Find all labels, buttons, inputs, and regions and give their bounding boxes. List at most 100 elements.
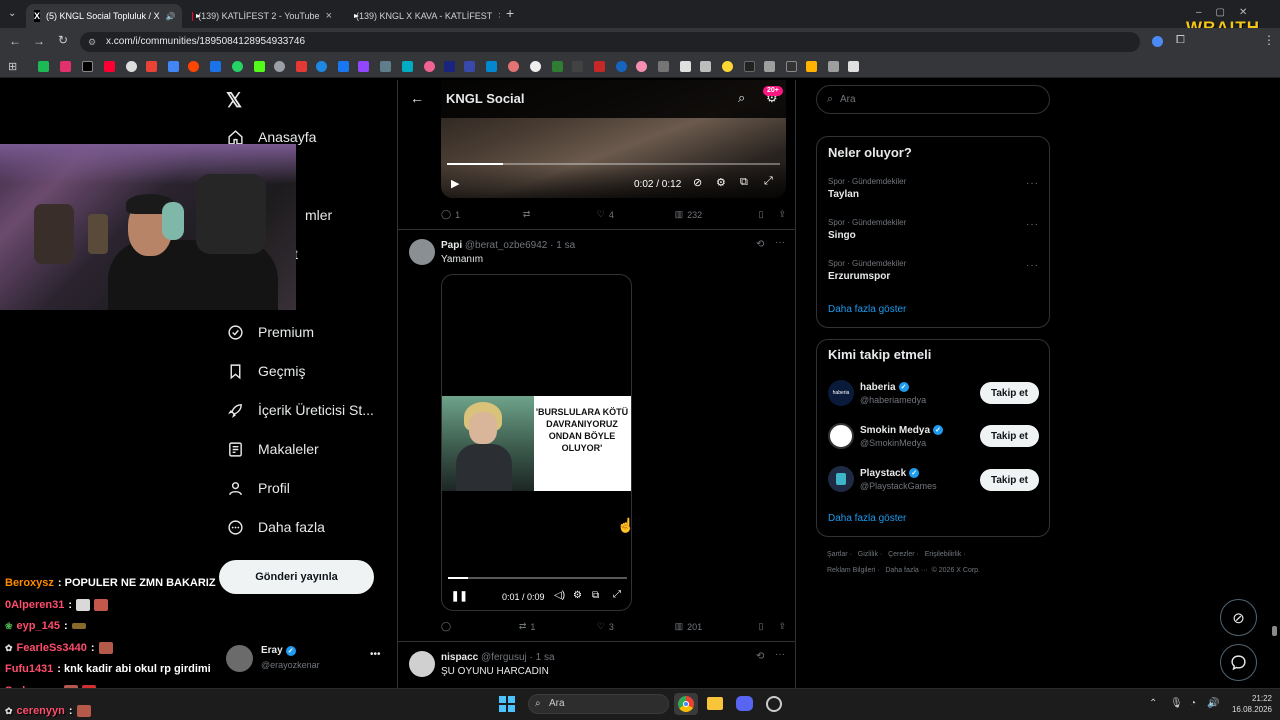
messages-button[interactable]	[1220, 644, 1257, 681]
bookmark-icon[interactable]	[188, 61, 199, 72]
bookmark-icon[interactable]	[658, 61, 669, 72]
author-handle[interactable]: @fergusuj	[481, 652, 527, 663]
post-menu-dots-icon[interactable]: ···	[775, 237, 785, 248]
mute-icon[interactable]: ⊘	[693, 176, 702, 189]
search-icon[interactable]: ⌕	[738, 90, 745, 106]
windows-start-icon[interactable]	[499, 696, 515, 712]
bookmark-icon[interactable]	[402, 61, 413, 72]
bookmark-icon[interactable]	[464, 61, 475, 72]
bookmark-icon[interactable]	[700, 61, 711, 72]
follow-button[interactable]: Takip et	[980, 382, 1039, 404]
nav-articles[interactable]: Makaleler	[226, 440, 319, 458]
discord-icon[interactable]	[736, 696, 753, 711]
bookmark-icon[interactable]	[744, 61, 755, 72]
footer-link[interactable]: Daha fazla ···	[885, 567, 927, 574]
trend-menu-dots-icon[interactable]: ···	[1026, 219, 1039, 230]
fullscreen-icon[interactable]: ⤢	[764, 175, 773, 188]
bookmark-icon[interactable]	[254, 61, 265, 72]
back-arrow-icon[interactable]: ←	[410, 90, 424, 106]
avatar[interactable]	[226, 645, 253, 672]
clock[interactable]: 21:22 16.08.2026	[1226, 693, 1272, 715]
speaker-icon[interactable]: 🔊	[1207, 698, 1219, 709]
bookmark-icon[interactable]	[486, 61, 497, 72]
app-icon[interactable]	[766, 696, 782, 712]
post-time[interactable]: · 1 sa	[530, 652, 555, 663]
bookmark-icon[interactable]	[274, 61, 285, 72]
bookmark-icon[interactable]	[616, 61, 627, 72]
repost-button[interactable]: ⇄ 1	[519, 621, 597, 632]
nav-creator-studio[interactable]: İçerik Üreticisi St...	[226, 401, 374, 419]
post-button[interactable]: Gönderi yayınla	[219, 560, 374, 594]
address-bar[interactable]: ⚙ x.com/i/communities/189508412895493374…	[80, 32, 1140, 52]
bookmark-icon[interactable]: ▯	[758, 209, 778, 220]
nav-history[interactable]: Geçmiş	[226, 362, 305, 380]
play-icon[interactable]: ▶	[451, 177, 459, 190]
suggestion-item[interactable]: Playstack ✓ @PlaystackGames	[828, 466, 937, 492]
reply-button[interactable]: ◯ 1	[441, 209, 523, 220]
extension-icon[interactable]	[1152, 36, 1163, 47]
bookmark-icon[interactable]	[60, 61, 71, 72]
bookmark-icon[interactable]	[232, 61, 243, 72]
share-icon[interactable]: ⇪	[778, 621, 786, 632]
avatar[interactable]	[409, 239, 435, 265]
account-menu-dots-icon[interactable]: •••	[370, 649, 381, 660]
footer-link[interactable]: Reklam Bilgileri	[827, 567, 875, 574]
suggestion-item[interactable]: haberia haberia ✓ @haberiamedya	[828, 380, 926, 406]
like-button[interactable]: ♡ 4	[597, 209, 675, 220]
network-icon[interactable]: ◔	[1190, 698, 1196, 709]
bookmark-icon[interactable]	[444, 61, 455, 72]
bookmark-icon[interactable]	[508, 61, 519, 72]
avatar[interactable]	[828, 423, 854, 449]
video-progress-track[interactable]	[447, 163, 780, 165]
footer-link[interactable]: Erişilebilirlik	[925, 551, 962, 558]
repost-button[interactable]: ⇄	[523, 209, 597, 220]
author-name[interactable]: nispacc	[441, 652, 478, 663]
menu-dots-icon[interactable]: ⋮	[1263, 33, 1275, 47]
follow-button[interactable]: Takip et	[980, 469, 1039, 491]
bookmark-icon[interactable]	[636, 61, 647, 72]
author-handle[interactable]: @berat_ozbe6942	[465, 240, 547, 251]
x-logo-icon[interactable]: 𝕏	[226, 88, 242, 113]
grok-icon[interactable]: ⟲	[756, 239, 764, 250]
tab-youtube-2[interactable]: (139) KNGL X KAVA - KATLİFEST ×	[342, 4, 500, 28]
search-input[interactable]: ⌕ Ara	[816, 85, 1050, 114]
trend-menu-dots-icon[interactable]: ···	[1026, 178, 1039, 189]
nav-more[interactable]: Daha fazla	[226, 518, 325, 536]
bookmark-icon[interactable]	[424, 61, 435, 72]
reload-icon[interactable]: ↻	[58, 33, 68, 47]
author-name[interactable]: Papi	[441, 240, 462, 251]
bookmark-icon[interactable]	[828, 61, 839, 72]
footer-link[interactable]: Şartlar	[827, 551, 848, 558]
window-controls[interactable]: –▢✕	[1196, 7, 1261, 18]
bookmark-icon[interactable]	[146, 61, 157, 72]
tab-youtube-1[interactable]: (139) KATLİFEST 2 - YouTube ×	[184, 4, 340, 28]
new-tab-button[interactable]: +	[506, 5, 514, 21]
taskbar-search[interactable]: ⌕ Ara	[528, 694, 669, 714]
bookmark-icon[interactable]	[210, 61, 221, 72]
like-button[interactable]: ♡ 3	[597, 621, 675, 632]
bookmark-icon[interactable]	[680, 61, 691, 72]
speaker-icon[interactable]: 🔊	[166, 12, 176, 21]
avatar[interactable]: haberia	[828, 380, 854, 406]
bookmark-icon[interactable]	[338, 61, 349, 72]
trend-item[interactable]: Spor · Gündemdekiler Erzurumspor	[828, 259, 906, 282]
bookmark-icon[interactable]	[572, 61, 583, 72]
bookmark-icon[interactable]	[806, 61, 817, 72]
bookmark-icon[interactable]	[296, 61, 307, 72]
bookmark-icon[interactable]	[380, 61, 391, 72]
nav-premium[interactable]: Premium	[226, 323, 314, 341]
trend-item[interactable]: Spor · Gündemdekiler Taylan	[828, 177, 906, 200]
avatar[interactable]	[409, 651, 435, 677]
views-button[interactable]: ▥ 232	[675, 209, 759, 220]
forward-icon[interactable]: →	[33, 34, 45, 48]
avatar[interactable]	[828, 466, 854, 492]
bookmark-icon[interactable]	[316, 61, 327, 72]
volume-icon[interactable]: ◁)	[554, 590, 565, 601]
bookmark-icon[interactable]	[786, 61, 797, 72]
bookmark-icon[interactable]	[126, 61, 137, 72]
bookmark-icon[interactable]	[104, 61, 115, 72]
bookmark-icon[interactable]: ▯	[758, 621, 778, 632]
views-button[interactable]: ▥ 201	[675, 621, 759, 632]
show-more-trends-link[interactable]: Daha fazla göster	[828, 304, 906, 315]
bookmark-icon[interactable]	[168, 61, 179, 72]
